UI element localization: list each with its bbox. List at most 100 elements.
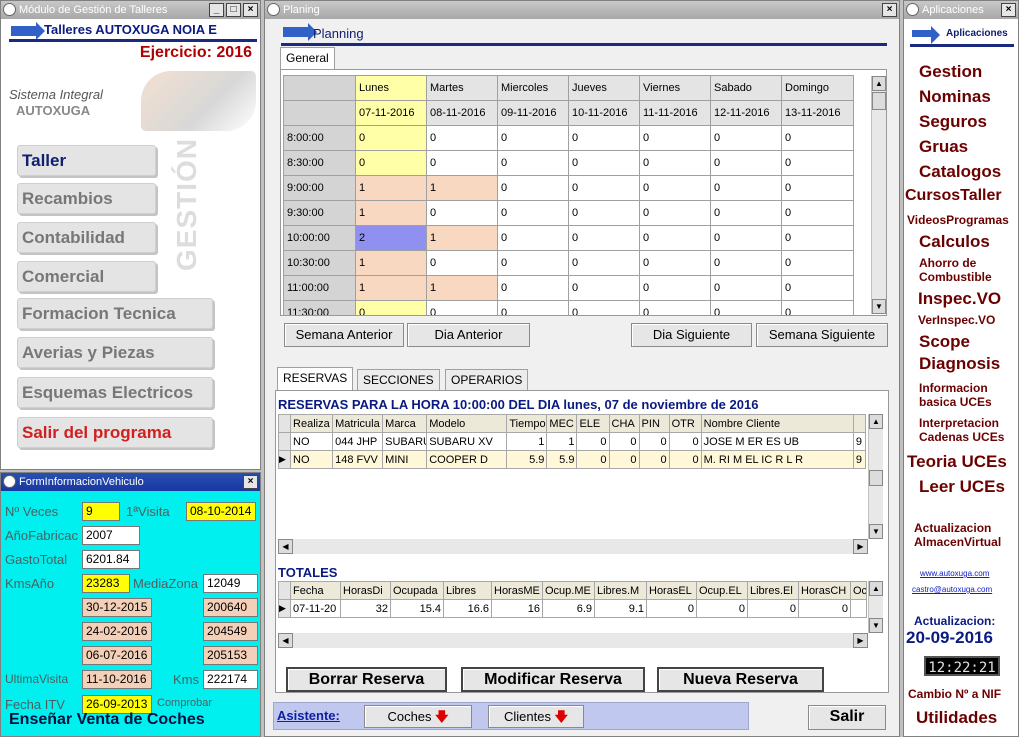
email-link[interactable]: castro@autoxuga.com (912, 585, 992, 594)
app-gruas[interactable]: Gruas (919, 137, 968, 157)
web-link[interactable]: www.autoxuga.com (920, 569, 989, 578)
scroll-down-icon[interactable]: ▼ (869, 524, 883, 539)
row-selector[interactable]: ▶ (278, 599, 291, 618)
totales-cell[interactable]: 9.1 (594, 599, 647, 618)
app-cursos-taller[interactable]: CursosTaller (905, 187, 1002, 205)
scroll-up-icon[interactable]: ▲ (869, 414, 883, 429)
scroll-up-icon[interactable]: ▲ (872, 76, 886, 91)
slot-cell[interactable]: 0 (781, 275, 854, 301)
app-gestion[interactable]: Gestion (919, 62, 982, 82)
modificar-reserva-button[interactable]: Modificar Reserva (461, 667, 645, 692)
nav-recambios[interactable]: Recambios (17, 183, 156, 214)
slot-cell[interactable]: 0 (639, 125, 711, 151)
slot-cell[interactable]: 0 (781, 300, 854, 315)
reservas-cell[interactable]: 0 (576, 450, 610, 469)
app-utilidades[interactable]: Utilidades (916, 708, 997, 728)
nav-contabilidad[interactable]: Contabilidad (17, 222, 156, 253)
slot-cell[interactable]: 0 (497, 125, 569, 151)
reservas-cell[interactable]: 0 (576, 432, 610, 451)
date-header[interactable]: 08-11-2016 (426, 100, 498, 126)
slot-cell[interactable]: 0 (497, 275, 569, 301)
close-button[interactable]: × (882, 3, 897, 17)
date-header[interactable]: 07-11-2016 (355, 100, 427, 126)
app-videos[interactable]: VideosProgramas (907, 213, 1009, 227)
reservas-col-header[interactable]: Tiempo (506, 414, 548, 433)
km-field-2[interactable]: 204549 (203, 622, 258, 641)
scroll-left-icon[interactable]: ◀ (278, 539, 293, 554)
totales-col-header[interactable]: HorasME (491, 581, 543, 600)
borrar-reserva-button[interactable]: Borrar Reserva (286, 667, 447, 692)
slot-cell[interactable]: 0 (497, 175, 569, 201)
reservas-row[interactable]: NO 044 JHP SUBARU SUBARU XV 1 1 0 0 0 0 JOSE M ER … (277, 432, 867, 451)
slot-cell[interactable]: 0 (710, 200, 782, 226)
tab-general[interactable]: General (280, 47, 335, 69)
slot-cell[interactable]: 1 (426, 175, 498, 201)
kms-field[interactable]: 23283 (82, 574, 130, 593)
reservas-col-header[interactable]: OTR (668, 414, 702, 433)
slot-cell[interactable]: 0 (781, 150, 854, 176)
coches-button[interactable]: Coches 🡇 (364, 705, 472, 728)
totales-col-header[interactable]: Libres (443, 581, 492, 600)
app-info-1[interactable]: Informacion (919, 381, 988, 395)
reservas-cell[interactable]: COOPER D (426, 450, 508, 469)
day-header[interactable]: Viernes (639, 75, 711, 101)
totales-cell[interactable]: 16.6 (443, 599, 492, 618)
slot-cell[interactable]: 0 (710, 125, 782, 151)
reservas-cell[interactable]: 0 (638, 450, 670, 469)
semana-siguiente-button[interactable]: Semana Siguiente (756, 323, 888, 347)
dia-anterior-button[interactable]: Dia Anterior (407, 323, 530, 347)
day-header[interactable]: Sabado (710, 75, 782, 101)
scroll-down-icon[interactable]: ▼ (872, 299, 886, 314)
reservas-col-header[interactable]: Matricula (332, 414, 384, 433)
app-nominas[interactable]: Nominas (919, 87, 991, 107)
slot-cell[interactable]: 1 (355, 250, 427, 276)
totales-col-header[interactable]: Ocup.EL (696, 581, 748, 600)
slot-cell[interactable]: 0 (568, 225, 640, 251)
app-ver-inspec-vo[interactable]: VerInspec.VO (918, 313, 995, 327)
app-actualizacion-1[interactable]: Actualizacion (914, 521, 991, 535)
cambio-nif[interactable]: Cambio Nº a NIF (908, 687, 1001, 701)
gasto-field[interactable]: 6201.84 (82, 550, 140, 569)
date-header[interactable]: 13-11-2016 (781, 100, 854, 126)
reservas-col-header[interactable] (852, 414, 867, 433)
slot-cell[interactable]: 0 (568, 150, 640, 176)
reservas-col-header[interactable]: Modelo (426, 414, 508, 433)
slot-cell[interactable]: 0 (568, 250, 640, 276)
nav-comercial[interactable]: Comercial (17, 261, 156, 292)
totales-cell[interactable]: 6.9 (542, 599, 595, 618)
app-interp-2[interactable]: Cadenas UCEs (919, 430, 1004, 444)
close-button[interactable]: × (243, 475, 258, 489)
reservas-cell[interactable]: 5.9 (546, 450, 578, 469)
day-header[interactable]: Miercoles (497, 75, 569, 101)
slot-cell[interactable]: 0 (781, 225, 854, 251)
slot-cell[interactable]: 0 (426, 150, 498, 176)
slot-cell[interactable]: 0 (639, 275, 711, 301)
reservas-cell[interactable]: 5.9 (506, 450, 548, 469)
nav-salir[interactable]: Salir del programa (17, 417, 213, 448)
slot-cell[interactable]: 0 (355, 300, 427, 315)
totales-cell[interactable]: 15.4 (390, 599, 444, 618)
day-header[interactable]: Martes (426, 75, 498, 101)
reservas-cell[interactable]: 0 (608, 450, 640, 469)
scroll-down-icon[interactable]: ▼ (869, 618, 883, 633)
day-header[interactable]: Domingo (781, 75, 854, 101)
reservas-col-header[interactable]: PIN (638, 414, 670, 433)
slot-cell[interactable]: 0 (639, 300, 711, 315)
nav-averias[interactable]: Averias y Piezas (17, 337, 213, 368)
totales-col-header[interactable]: HorasEL (646, 581, 697, 600)
scroll-thumb[interactable] (869, 470, 883, 486)
date-header[interactable]: 09-11-2016 (497, 100, 569, 126)
nveces-field[interactable]: 9 (82, 502, 120, 521)
totales-cell[interactable]: 16 (491, 599, 543, 618)
reservas-cell[interactable]: 0 (608, 432, 640, 451)
slot-cell[interactable]: 0 (710, 300, 782, 315)
totales-col-header[interactable]: Libres.M (594, 581, 647, 600)
slot-cell[interactable]: 0 (355, 125, 427, 151)
reservas-hscroll[interactable]: ◀ ▶ (278, 539, 868, 554)
slot-cell[interactable]: 1 (355, 175, 427, 201)
reservas-vscroll[interactable]: ▲ ▼ (868, 414, 883, 539)
close-button[interactable]: × (1001, 3, 1016, 17)
slot-cell[interactable]: 0 (710, 150, 782, 176)
reservas-cell[interactable]: NO (290, 450, 334, 469)
reservas-cell[interactable]: 9 (852, 432, 867, 451)
